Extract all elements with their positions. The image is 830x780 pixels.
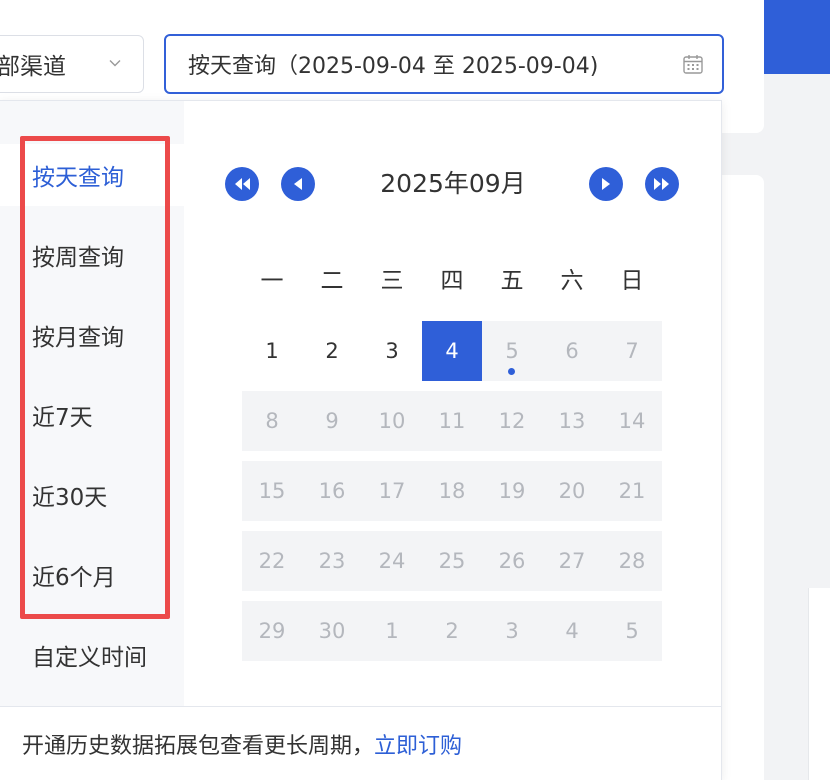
header-bar <box>764 0 830 74</box>
side-panel <box>808 588 830 780</box>
calendar-day-today: 5 <box>482 321 542 381</box>
month-title: 2025年09月 <box>380 169 526 198</box>
calendar-day: 5 <box>602 601 662 661</box>
weekday-label: 五 <box>500 268 524 294</box>
sidebar-item-label: 近7天 <box>32 405 93 431</box>
calendar-day: 14 <box>602 391 662 451</box>
calendar-day: 28 <box>602 531 662 591</box>
calendar-day: 7 <box>602 321 662 381</box>
next-month-button[interactable] <box>589 167 623 201</box>
weekday-label: 四 <box>440 268 464 294</box>
sidebar-item-custom-time[interactable]: 自定义时间 <box>0 624 184 686</box>
calendar-day: 24 <box>362 531 422 591</box>
calendar-day: 4 <box>542 601 602 661</box>
sidebar-item-by-day[interactable]: 按天查询 <box>0 144 184 206</box>
calendar-day: 17 <box>362 461 422 521</box>
upgrade-footer: 开通历史数据拓展包查看更长周期， 立即订购 <box>0 706 721 780</box>
calendar-day: 3 <box>482 601 542 661</box>
calendar-day-label: 5 <box>505 339 519 363</box>
sidebar-item-last-6-months[interactable]: 近6个月 <box>0 544 184 606</box>
calendar-day: 11 <box>422 391 482 451</box>
calendar-day: 27 <box>542 531 602 591</box>
calendar-panel: 2025年09月 一 二 三 四 五 六 日 1 2 3 4 5 6 7 8 9… <box>184 101 721 706</box>
double-chevron-left-icon <box>235 178 250 190</box>
channel-select-value: 部渠道 <box>0 54 66 80</box>
calendar-day: 25 <box>422 531 482 591</box>
calendar-day: 1 <box>362 601 422 661</box>
calendar-day: 12 <box>482 391 542 451</box>
calendar-day: 2 <box>422 601 482 661</box>
sidebar-item-label: 自定义时间 <box>32 645 147 671</box>
footer-text: 开通历史数据拓展包查看更长周期， <box>22 734 375 759</box>
calendar-day: 16 <box>302 461 362 521</box>
double-chevron-right-icon <box>654 178 669 190</box>
calendar-day: 21 <box>602 461 662 521</box>
weekday-label: 日 <box>620 268 644 294</box>
calendar-day: 26 <box>482 531 542 591</box>
calendar-day: 9 <box>302 391 362 451</box>
calendar-day: 18 <box>422 461 482 521</box>
chevron-down-icon <box>109 60 121 67</box>
calendar-day[interactable]: 1 <box>242 321 302 381</box>
query-mode-sidebar: 按天查询 按周查询 按月查询 近7天 近30天 近6个月 自定义时间 <box>0 101 184 706</box>
calendar-day: 29 <box>242 601 302 661</box>
date-range-value: 按天查询（2025-09-04 至 2025-09-04) <box>188 54 599 79</box>
weekday-label: 三 <box>380 268 404 294</box>
next-year-button[interactable] <box>645 167 679 201</box>
sidebar-item-label: 近6个月 <box>32 565 116 591</box>
chevron-left-icon <box>294 178 302 190</box>
sidebar-item-label: 按天查询 <box>32 165 124 191</box>
calendar-day: 8 <box>242 391 302 451</box>
calendar-day[interactable]: 3 <box>362 321 422 381</box>
sidebar-item-label: 按月查询 <box>32 325 124 351</box>
sidebar-item-by-month[interactable]: 按月查询 <box>0 304 184 366</box>
calendar-day: 22 <box>242 531 302 591</box>
calendar-day: 20 <box>542 461 602 521</box>
chevron-right-icon <box>602 178 610 190</box>
channel-select[interactable]: 部渠道 <box>0 35 144 93</box>
date-picker-dropdown: 按天查询 按周查询 按月查询 近7天 近30天 近6个月 自定义时间 2025年… <box>0 100 722 780</box>
date-range-input[interactable]: 按天查询（2025-09-04 至 2025-09-04) <box>164 34 724 94</box>
calendar-day: 30 <box>302 601 362 661</box>
sidebar-item-label: 近30天 <box>32 485 108 511</box>
calendar-day[interactable]: 2 <box>302 321 362 381</box>
calendar-day: 10 <box>362 391 422 451</box>
calendar-day-selected[interactable]: 4 <box>422 321 482 381</box>
calendar-day: 13 <box>542 391 602 451</box>
calendar-day: 19 <box>482 461 542 521</box>
sidebar-item-by-week[interactable]: 按周查询 <box>0 224 184 286</box>
prev-year-button[interactable] <box>225 167 259 201</box>
calendar-day: 15 <box>242 461 302 521</box>
today-dot <box>508 368 515 375</box>
prev-month-button[interactable] <box>281 167 315 201</box>
subscribe-link[interactable]: 立即订购 <box>374 728 462 760</box>
sidebar-item-last-7-days[interactable]: 近7天 <box>0 384 184 446</box>
weekday-label: 一 <box>260 268 284 294</box>
sidebar-item-last-30-days[interactable]: 近30天 <box>0 464 184 526</box>
calendar-day: 6 <box>542 321 602 381</box>
calendar-day: 23 <box>302 531 362 591</box>
weekday-label: 六 <box>560 268 584 294</box>
calendar-icon <box>683 55 703 74</box>
sidebar-item-label: 按周查询 <box>32 245 124 271</box>
weekday-label: 二 <box>320 268 344 294</box>
